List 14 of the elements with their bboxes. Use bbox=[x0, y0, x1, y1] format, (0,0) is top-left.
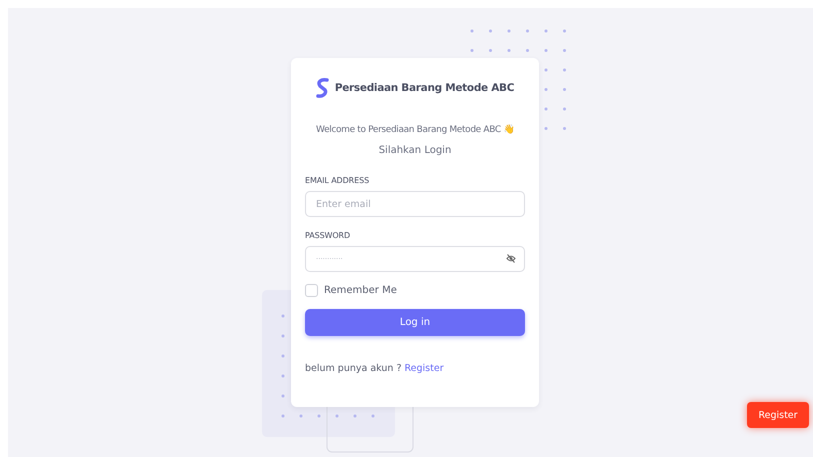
register-button[interactable]: Register bbox=[747, 402, 809, 428]
signup-prompt: belum punya akun ? bbox=[305, 363, 402, 374]
subtitle: Silahkan Login bbox=[378, 145, 452, 156]
email-field[interactable]: Enter email bbox=[305, 191, 525, 217]
app-title: Persediaan Barang Metode ABC bbox=[334, 82, 514, 94]
eye-slash-icon[interactable] bbox=[506, 254, 516, 263]
field-label: EMAIL ADDRESS bbox=[305, 176, 370, 185]
remember-label: Remember Me bbox=[324, 285, 397, 296]
remember-checkbox[interactable] bbox=[305, 284, 318, 297]
welcome-text: Welcome to Persediaan Barang Metode ABC 👋 bbox=[315, 124, 515, 135]
logo-icon bbox=[316, 78, 329, 98]
register-link[interactable]: Register bbox=[404, 363, 444, 374]
login-button[interactable]: Log in bbox=[305, 309, 525, 336]
field-label: PASSWORD bbox=[305, 231, 352, 240]
